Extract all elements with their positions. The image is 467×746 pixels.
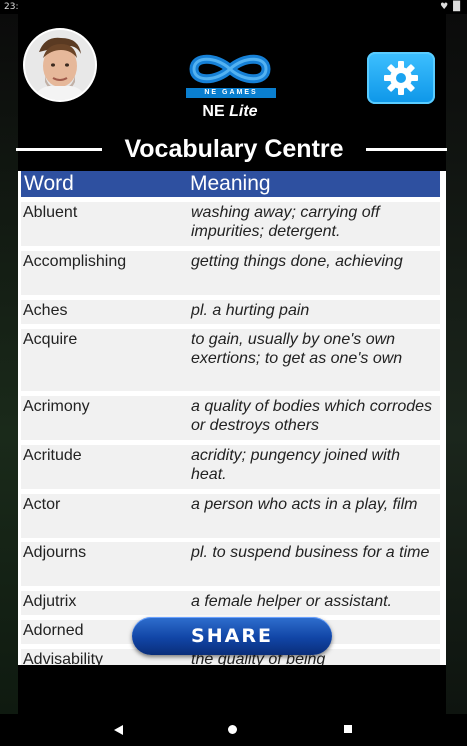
word-cell: Adjutrix <box>23 593 77 610</box>
word-cell: Abluent <box>23 204 78 221</box>
recents-square-icon[interactable] <box>344 725 352 733</box>
table-row[interactable]: Adjourns pl. to suspend business for a t… <box>21 542 440 586</box>
word-cell: Accomplishing <box>23 253 127 270</box>
background-decoration-left <box>0 14 18 714</box>
word-cell: Acritude <box>23 447 82 464</box>
meaning-cell: washing away; carrying off impurities; d… <box>191 204 380 240</box>
table-row[interactable]: Acquire to gain, usually by one's own ex… <box>21 329 440 391</box>
title-divider-left <box>16 148 102 151</box>
meaning-cell: a female helper or assistant. <box>191 593 392 610</box>
status-time: 23: <box>4 2 19 12</box>
home-circle-icon[interactable] <box>228 725 237 734</box>
system-navigation-bar <box>0 714 467 746</box>
meaning-cell: acridity; pungency joined with heat. <box>191 447 401 483</box>
table-header: Word Meaning <box>21 171 440 197</box>
infinity-logo-icon <box>189 54 271 84</box>
column-header-word: Word <box>24 172 74 195</box>
title-divider-right <box>366 148 447 151</box>
word-cell: Actor <box>23 496 61 513</box>
page-title: Vocabulary Centre <box>124 135 344 163</box>
logo-subtitle: NE GAMES <box>186 88 276 98</box>
avatar-portrait <box>25 30 95 100</box>
status-bar: 23: ♥ █ <box>0 0 467 14</box>
table-row[interactable]: Accomplishing getting things done, achie… <box>21 251 440 295</box>
share-button[interactable]: SHARE <box>132 617 332 655</box>
word-cell: Adorned <box>23 622 84 639</box>
background-decoration-right <box>446 14 467 714</box>
table-row[interactable]: Aches pl. a hurting pain <box>21 300 440 324</box>
app-name-main: NE <box>202 103 225 120</box>
meaning-cell: pl. to suspend business for a time <box>191 544 430 561</box>
word-cell: Advisability <box>23 651 104 665</box>
table-row[interactable]: Actor a person who acts in a play, film <box>21 494 440 538</box>
word-cell: Aches <box>23 302 68 319</box>
meaning-cell: a person who acts in a play, film <box>191 496 418 513</box>
word-cell: Acrimony <box>23 398 90 415</box>
column-header-meaning: Meaning <box>190 172 271 195</box>
gear-icon <box>384 61 418 95</box>
app-name: NE Lite <box>180 103 280 121</box>
vocabulary-table[interactable]: Word Meaning Abluent washing away; carry… <box>18 171 446 665</box>
app-name-suffix: Lite <box>229 103 258 120</box>
table-row[interactable]: Acritude acridity; pungency joined with … <box>21 445 440 489</box>
meaning-cell: a quality of bodies which corrodes or de… <box>191 398 433 434</box>
meaning-cell: getting things done, achieving <box>191 253 403 270</box>
table-row[interactable]: Adjutrix a female helper or assistant. <box>21 591 440 615</box>
word-cell: Adjourns <box>23 544 87 561</box>
settings-button[interactable] <box>367 52 435 104</box>
back-triangle-icon[interactable] <box>113 724 125 736</box>
status-icons: ♥ █ <box>440 2 461 12</box>
meaning-cell: pl. a hurting pain <box>191 302 310 319</box>
word-cell: Acquire <box>23 331 78 348</box>
meaning-cell: to gain, usually by one's own exertions;… <box>191 331 403 367</box>
table-row[interactable]: Abluent washing away; carrying off impur… <box>21 202 440 246</box>
table-row[interactable]: Acrimony a quality of bodies which corro… <box>21 396 440 440</box>
user-avatar[interactable] <box>25 30 95 100</box>
